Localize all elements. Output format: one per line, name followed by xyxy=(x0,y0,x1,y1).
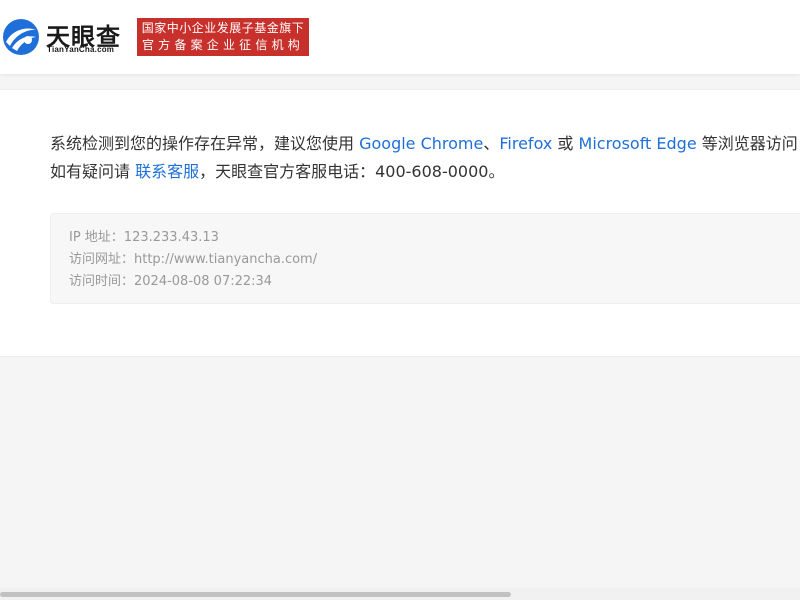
ip-address: IP 地址：123.233.43.13 xyxy=(69,230,219,245)
warning-text-suffix: 等浏览器访问 xyxy=(696,134,798,153)
hotline-text: ，天眼查官方客服电话：400-608-0000。 xyxy=(199,162,505,181)
scrollbar-thumb[interactable] xyxy=(0,592,511,597)
chrome-link[interactable]: Google Chrome xyxy=(359,134,483,153)
certification-badge: 国家中小企业发展子基金旗下 官方备案企业征信机构 xyxy=(137,18,309,56)
warning-line-1: 系统检测到您的操作存在异常，建议您使用 Google Chrome、Firefo… xyxy=(50,130,800,158)
separator: 、 xyxy=(483,134,500,153)
warning-message: 系统检测到您的操作存在异常，建议您使用 Google Chrome、Firefo… xyxy=(50,130,800,186)
tianyancha-logo[interactable]: 天眼查 TianYanCha.com xyxy=(2,16,132,58)
visit-info-box: IP 地址：123.233.43.13 访问网址：http://www.tian… xyxy=(50,213,800,304)
visit-url: 访问网址：http://www.tianyancha.com/ xyxy=(69,252,318,267)
badge-line-2: 官方备案企业征信机构 xyxy=(141,38,304,52)
horizontal-scrollbar[interactable] xyxy=(0,588,800,600)
contact-prefix: 如有疑问请 xyxy=(50,162,136,181)
firefox-link[interactable]: Firefox xyxy=(499,134,552,153)
badge-line-1: 国家中小企业发展子基金旗下 xyxy=(141,21,305,35)
visit-time: 访问时间：2024-08-08 07:22:34 xyxy=(69,274,273,289)
contact-support-link[interactable]: 联系客服 xyxy=(135,162,199,181)
separator: 或 xyxy=(552,134,579,153)
main-content: 系统检测到您的操作存在异常，建议您使用 Google Chrome、Firefo… xyxy=(0,89,800,357)
edge-link[interactable]: Microsoft Edge xyxy=(579,134,697,153)
logo-domain: TianYanCha.com xyxy=(47,45,115,54)
site-header: 天眼查 TianYanCha.com 国家中小企业发展子基金旗下 官方备案企业征… xyxy=(0,0,800,74)
warning-text: 系统检测到您的操作存在异常，建议您使用 xyxy=(50,134,360,153)
warning-line-2: 如有疑问请 联系客服，天眼查官方客服电话：400-608-0000。 xyxy=(50,158,800,186)
eye-logo-icon xyxy=(3,19,39,55)
